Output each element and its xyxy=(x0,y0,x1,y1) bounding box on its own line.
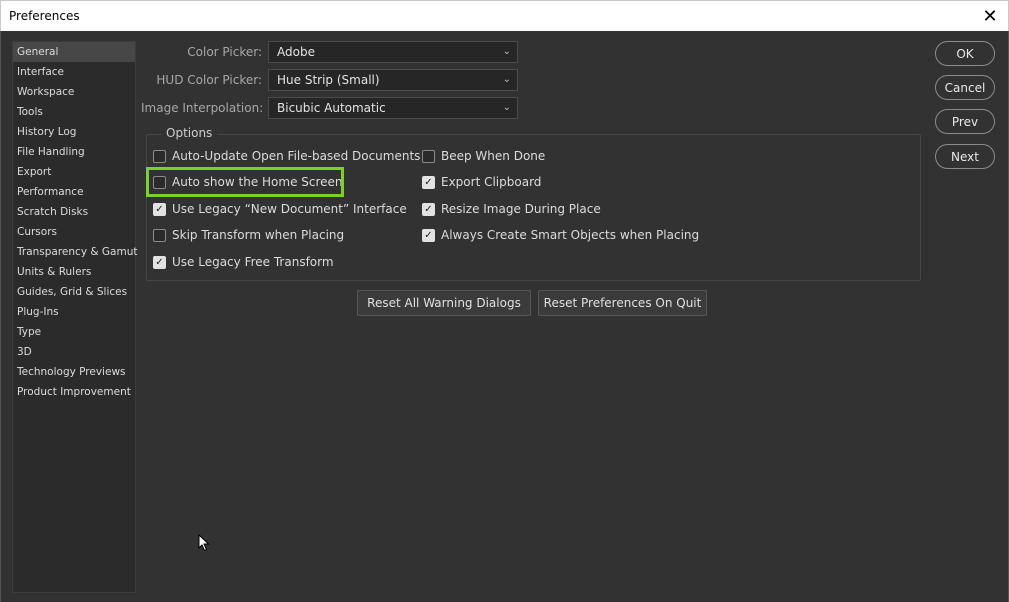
resize-image-during-place-checkbox[interactable]: ✓ Resize Image During Place xyxy=(422,200,601,218)
options-title: Options xyxy=(161,126,218,140)
check-icon: ✓ xyxy=(153,255,166,269)
check-icon: ✓ xyxy=(422,228,435,242)
checkbox-label: Resize Image During Place xyxy=(441,202,601,216)
legacy-new-document-checkbox[interactable]: ✓ Use Legacy “New Document” Interface xyxy=(153,200,407,218)
check-icon: ✓ xyxy=(153,202,166,216)
chevron-down-icon: ⌄ xyxy=(502,46,511,57)
checkbox-label: Auto-Update Open File-based Documents xyxy=(172,149,421,163)
reset-preferences-button[interactable]: Reset Preferences On Quit xyxy=(538,290,707,316)
color-picker-label: Color Picker: xyxy=(187,45,262,59)
hud-color-picker-select[interactable]: Hue Strip (Small) ⌄ xyxy=(268,69,518,91)
sidebar-item-guides-grid-slices[interactable]: Guides, Grid & Slices xyxy=(13,282,135,302)
checkbox-box xyxy=(153,228,166,242)
sidebar-item-interface[interactable]: Interface xyxy=(13,62,135,82)
image-interpolation-value: Bicubic Automatic xyxy=(277,101,386,115)
auto-update-documents-checkbox[interactable]: Auto-Update Open File-based Documents xyxy=(153,147,420,165)
mouse-cursor-icon xyxy=(198,534,210,552)
sidebar-item-history-log[interactable]: History Log xyxy=(13,122,135,142)
hud-color-picker-label: HUD Color Picker: xyxy=(156,73,262,87)
title-bar: Preferences ✕ xyxy=(0,0,1009,31)
sidebar-item-performance[interactable]: Performance xyxy=(13,182,135,202)
legacy-free-transform-checkbox[interactable]: ✓ Use Legacy Free Transform xyxy=(153,253,334,271)
checkbox-box xyxy=(153,149,166,163)
ok-button[interactable]: OK xyxy=(935,41,995,66)
sidebar: General Interface Workspace Tools Histor… xyxy=(12,41,137,593)
hud-color-picker-value: Hue Strip (Small) xyxy=(277,73,380,87)
checkbox-label: Always Create Smart Objects when Placing xyxy=(441,228,700,242)
cancel-button[interactable]: Cancel xyxy=(935,75,995,100)
image-interpolation-label: Image Interpolation: xyxy=(141,101,264,115)
window-title: Preferences xyxy=(9,9,80,23)
smart-objects-checkbox[interactable]: ✓ Always Create Smart Objects when Placi… xyxy=(422,226,699,244)
check-icon: ✓ xyxy=(422,175,435,189)
sidebar-item-transparency-gamut[interactable]: Transparency & Gamut xyxy=(13,242,137,262)
sidebar-item-tools[interactable]: Tools xyxy=(13,102,135,122)
sidebar-item-technology-previews[interactable]: Technology Previews xyxy=(13,362,135,382)
sidebar-item-units-rulers[interactable]: Units & Rulers xyxy=(13,262,135,282)
next-button[interactable]: Next xyxy=(935,144,995,169)
sidebar-item-general[interactable]: General xyxy=(13,42,135,62)
sidebar-item-plug-ins[interactable]: Plug-Ins xyxy=(13,302,135,322)
auto-show-home-screen-checkbox[interactable]: Auto show the Home Screen xyxy=(153,173,343,191)
checkbox-label: Auto show the Home Screen xyxy=(172,175,343,189)
sidebar-item-cursors[interactable]: Cursors xyxy=(13,222,135,242)
checkbox-label: Export Clipboard xyxy=(441,175,542,189)
check-icon: ✓ xyxy=(422,202,435,216)
sidebar-item-workspace[interactable]: Workspace xyxy=(13,82,135,102)
checkbox-box xyxy=(153,175,166,189)
sidebar-item-scratch-disks[interactable]: Scratch Disks xyxy=(13,202,135,222)
sidebar-item-file-handling[interactable]: File Handling xyxy=(13,142,135,162)
color-picker-select[interactable]: Adobe ⌄ xyxy=(268,41,518,63)
color-picker-row: Color Picker: Adobe ⌄ xyxy=(141,41,518,63)
image-interpolation-row: Image Interpolation: Bicubic Automatic ⌄ xyxy=(141,97,518,119)
sidebar-item-product-improvement[interactable]: Product Improvement xyxy=(13,382,135,402)
beep-when-done-checkbox[interactable]: Beep When Done xyxy=(422,147,545,165)
close-icon[interactable]: ✕ xyxy=(972,1,1008,32)
prev-button[interactable]: Prev xyxy=(935,109,995,134)
image-interpolation-select[interactable]: Bicubic Automatic ⌄ xyxy=(268,97,518,119)
skip-transform-checkbox[interactable]: Skip Transform when Placing xyxy=(153,226,344,244)
chevron-down-icon: ⌄ xyxy=(502,102,511,113)
checkbox-label: Skip Transform when Placing xyxy=(172,228,345,242)
color-picker-value: Adobe xyxy=(277,45,315,59)
dialog-body: General Interface Workspace Tools Histor… xyxy=(0,31,1009,602)
sidebar-item-type[interactable]: Type xyxy=(13,322,135,342)
checkbox-label: Beep When Done xyxy=(441,149,546,163)
reset-warning-dialogs-button[interactable]: Reset All Warning Dialogs xyxy=(357,290,531,316)
sidebar-item-3d[interactable]: 3D xyxy=(13,342,135,362)
checkbox-label: Use Legacy “New Document” Interface xyxy=(172,202,407,216)
checkbox-box xyxy=(422,149,435,163)
checkbox-label: Use Legacy Free Transform xyxy=(172,255,334,269)
export-clipboard-checkbox[interactable]: ✓ Export Clipboard xyxy=(422,173,541,191)
hud-color-picker-row: HUD Color Picker: Hue Strip (Small) ⌄ xyxy=(141,69,518,91)
sidebar-item-export[interactable]: Export xyxy=(13,162,135,182)
chevron-down-icon: ⌄ xyxy=(502,74,511,85)
